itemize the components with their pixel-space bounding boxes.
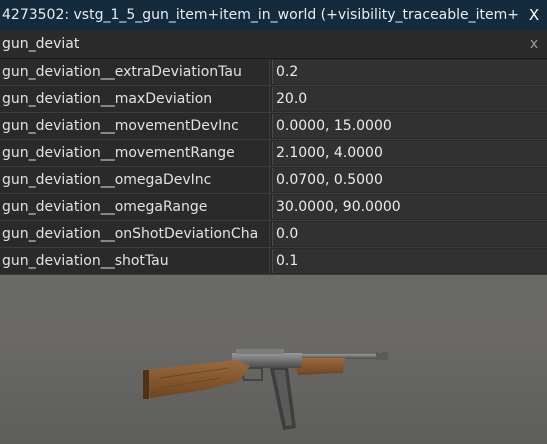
property-key: gun_deviation__omegaRange [0, 194, 270, 220]
property-key: gun_deviation__movementDevInc [0, 113, 270, 139]
filter-input[interactable] [2, 30, 502, 58]
property-value-field[interactable]: 2.1000, 4.0000 [272, 141, 547, 165]
property-key: gun_deviation__omegaDevInc [0, 167, 270, 193]
property-row: gun_deviation__onShotDeviationCha 0.0 [0, 221, 547, 248]
scene-viewport[interactable] [0, 270, 547, 444]
close-window-button[interactable]: X [521, 0, 547, 30]
property-value-field[interactable]: 30.0000, 90.0000 [272, 195, 547, 219]
property-key: gun_deviation__extraDeviationTau [0, 59, 270, 85]
filter-bar: x [0, 30, 547, 59]
property-row: gun_deviation__movementRange 2.1000, 4.0… [0, 140, 547, 167]
property-key: gun_deviation__onShotDeviationCha [0, 221, 270, 247]
property-value-field[interactable]: 0.0700, 0.5000 [272, 168, 547, 192]
property-value-field[interactable]: 0.2 [272, 60, 547, 84]
property-table: gun_deviation__extraDeviationTau 0.2 gun… [0, 59, 547, 275]
gun-model-image [143, 349, 388, 430]
property-key: gun_deviation__maxDeviation [0, 86, 270, 112]
clear-filter-button[interactable]: x [527, 30, 541, 58]
property-key: gun_deviation__movementRange [0, 140, 270, 166]
property-row: gun_deviation__omegaDevInc 0.0700, 0.500… [0, 167, 547, 194]
property-value-field[interactable]: 0.0000, 15.0000 [272, 114, 547, 138]
window-title: 4273502: vstg_1_5_gun_item+item_in_world… [2, 7, 520, 23]
property-value-field[interactable]: 20.0 [272, 87, 547, 111]
property-row: gun_deviation__movementDevInc 0.0000, 15… [0, 113, 547, 140]
window-titlebar: 4273502: vstg_1_5_gun_item+item_in_world… [0, 0, 547, 30]
property-value-field[interactable]: 0.0 [272, 222, 547, 246]
property-row: gun_deviation__extraDeviationTau 0.2 [0, 59, 547, 86]
property-row: gun_deviation__omegaRange 30.0000, 90.00… [0, 194, 547, 221]
property-row: gun_deviation__maxDeviation 20.0 [0, 86, 547, 113]
